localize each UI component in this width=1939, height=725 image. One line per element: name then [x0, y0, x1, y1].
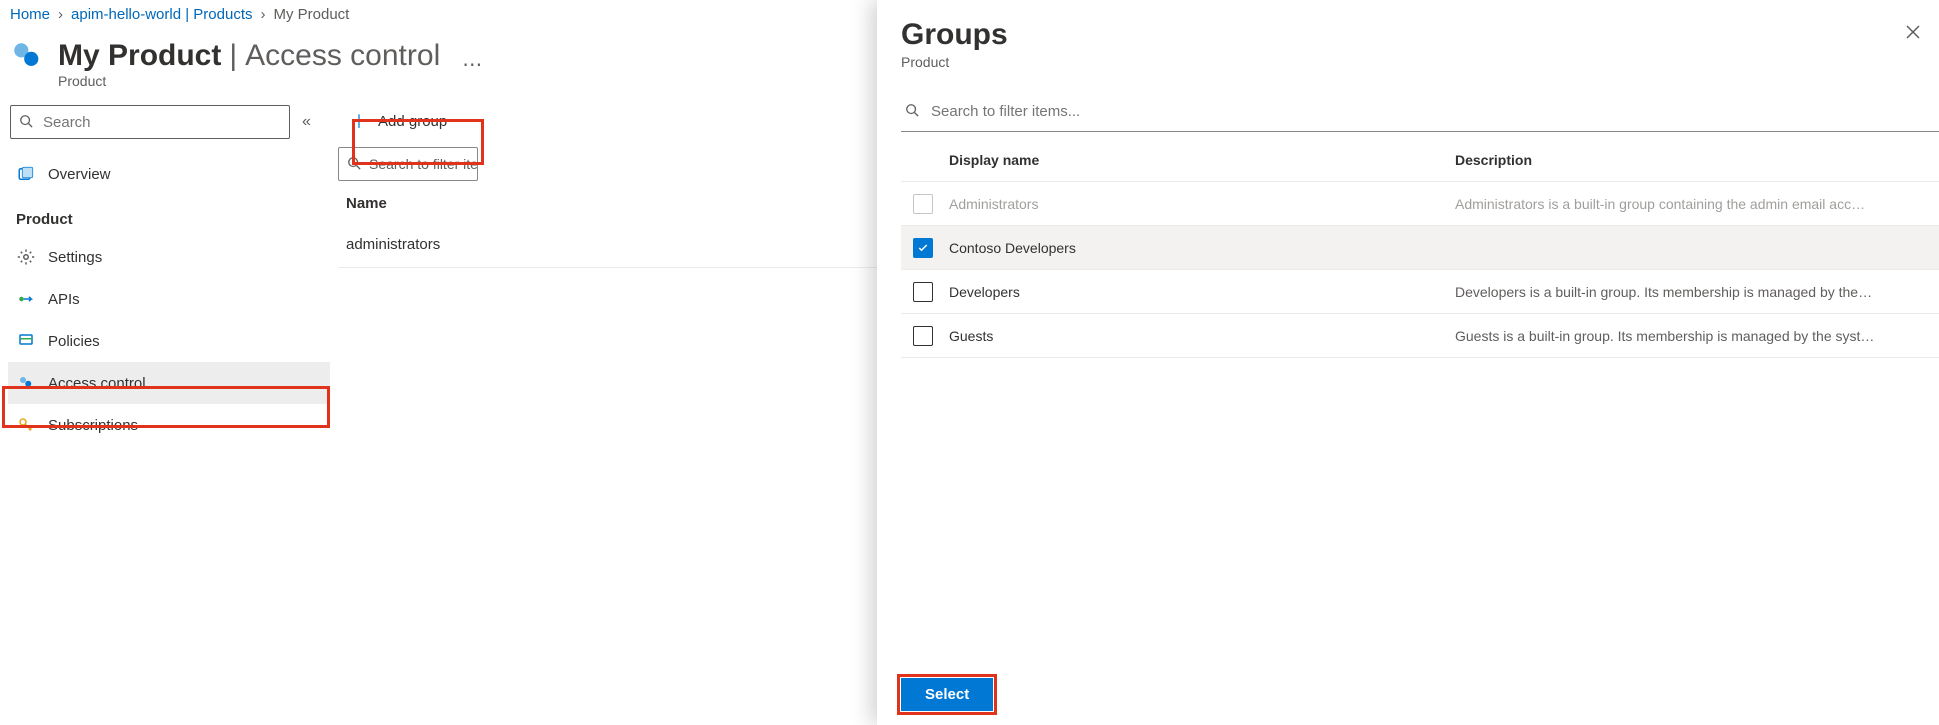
sidebar: « Overview Product Settings APIs Po: [0, 99, 330, 446]
sidebar-item-settings[interactable]: Settings: [8, 236, 330, 278]
users-icon: [16, 373, 36, 393]
plus-icon: ＋: [350, 108, 368, 134]
row-name: Guests: [945, 328, 1455, 344]
row-name: Administrators: [945, 196, 1455, 212]
product-icon: [10, 39, 44, 76]
content-filter-placeholder: Search to filter items...: [369, 156, 478, 172]
breadcrumb-current: My Product: [273, 6, 349, 23]
page-title: My Product: [58, 39, 221, 73]
row-desc: Developers is a built-in group. Its memb…: [1455, 284, 1939, 300]
row-desc: Guests is a built-in group. Its membersh…: [1455, 328, 1939, 344]
checkbox[interactable]: [913, 326, 933, 346]
column-header-description[interactable]: Description: [1455, 152, 1939, 168]
add-group-button[interactable]: ＋ Add group: [338, 102, 459, 140]
search-icon: [19, 114, 33, 131]
table-row: Administrators Administrators is a built…: [901, 182, 1939, 226]
table-row[interactable]: Contoso Developers: [901, 226, 1939, 270]
sidebar-search-input[interactable]: [41, 113, 281, 132]
groups-panel: Groups Product Display name Description …: [877, 0, 1939, 725]
sidebar-search[interactable]: [10, 105, 290, 139]
collapse-sidebar-icon[interactable]: «: [302, 113, 311, 131]
table-row[interactable]: Developers Developers is a built-in grou…: [901, 270, 1939, 314]
search-icon: [905, 103, 919, 120]
panel-search[interactable]: [901, 96, 1939, 132]
checkbox[interactable]: [913, 238, 933, 258]
panel-subtitle: Product: [901, 54, 1915, 70]
checkbox[interactable]: [913, 282, 933, 302]
add-group-label: Add group: [378, 113, 447, 130]
breadcrumb-products[interactable]: apim-hello-world | Products: [71, 6, 252, 23]
panel-search-input[interactable]: [929, 102, 1935, 121]
chevron-right-icon: ›: [260, 6, 265, 23]
sidebar-item-policies[interactable]: Policies: [8, 320, 330, 362]
row-name: Contoso Developers: [945, 240, 1455, 256]
table-row[interactable]: Guests Guests is a built-in group. Its m…: [901, 314, 1939, 358]
sidebar-item-label: Subscriptions: [48, 417, 138, 434]
sidebar-item-label: Access control: [48, 375, 146, 392]
close-icon[interactable]: [1905, 24, 1921, 43]
sidebar-item-label: Settings: [48, 249, 102, 266]
sidebar-item-apis[interactable]: APIs: [8, 278, 330, 320]
panel-table-header: Display name Description: [901, 138, 1939, 182]
resource-type-label: Product: [58, 73, 440, 89]
breadcrumb-home[interactable]: Home: [10, 6, 50, 23]
chevron-right-icon: ›: [58, 6, 63, 23]
checkbox: [913, 194, 933, 214]
content-filter[interactable]: Search to filter items...: [338, 147, 478, 181]
more-icon[interactable]: ⋯: [454, 52, 490, 77]
api-icon: [16, 289, 36, 309]
search-icon: [347, 156, 361, 173]
sidebar-item-label: APIs: [48, 291, 80, 308]
sidebar-section-heading: Product: [8, 195, 330, 236]
sidebar-item-subscriptions[interactable]: Subscriptions: [8, 404, 330, 446]
gear-icon: [16, 247, 36, 267]
sidebar-item-label: Overview: [48, 166, 111, 183]
column-header-display-name[interactable]: Display name: [945, 152, 1455, 168]
row-name: Developers: [945, 284, 1455, 300]
policies-icon: [16, 331, 36, 351]
sidebar-item-overview[interactable]: Overview: [8, 153, 330, 195]
panel-title: Groups: [901, 18, 1915, 52]
select-button[interactable]: Select: [901, 678, 993, 711]
sidebar-item-label: Policies: [48, 333, 100, 350]
page-subtitle: Access control: [245, 39, 440, 73]
row-desc: Administrators is a built-in group conta…: [1455, 196, 1939, 212]
overview-icon: [16, 164, 36, 184]
sidebar-item-access-control[interactable]: Access control: [8, 362, 330, 404]
key-icon: [16, 415, 36, 435]
